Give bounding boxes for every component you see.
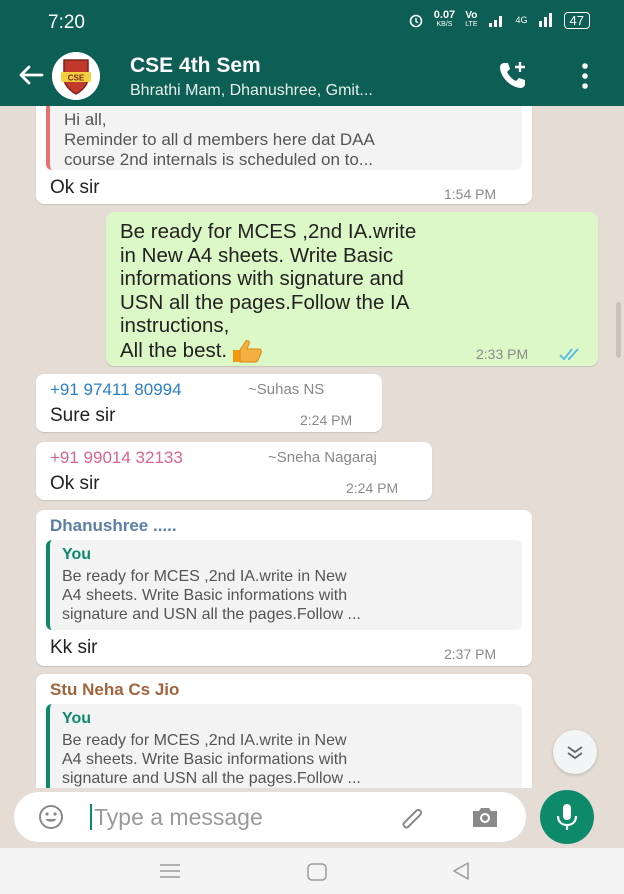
message-bubble[interactable]: +91 99014 32133 ~Sneha Nagaraj Ok sir 2:…	[36, 442, 432, 500]
group-avatar[interactable]: CSE	[52, 52, 100, 100]
message-text: Ok sir	[50, 177, 100, 198]
message-composer	[14, 792, 526, 842]
battery-indicator: 47	[563, 11, 590, 29]
quote-author: You	[62, 710, 92, 727]
message-text: Ok sir	[50, 473, 100, 494]
message-time: 2:33 PM	[476, 346, 529, 362]
message-bubble[interactable]: Stu Neha Cs Jio You Be ready for MCES ,2…	[36, 674, 532, 788]
quote-author: You	[62, 546, 92, 563]
double-check-icon	[559, 348, 579, 361]
back-arrow-icon[interactable]	[16, 60, 46, 90]
quoted-message[interactable]: You Be ready for MCES ,2nd IA.write in N…	[46, 540, 522, 630]
status-bar: 7:20 0.07 KB/S Vo LTE 4G 47	[0, 0, 624, 42]
chevron-double-down-icon	[567, 746, 583, 760]
scrollbar-thumb[interactable]	[616, 302, 621, 358]
status-icons: 0.07 KB/S Vo LTE 4G 47	[408, 9, 590, 29]
chat-header: CSE CSE 4th Sem Bhrathi Mam, Dhanushree,…	[0, 42, 624, 106]
quote-line: A4 sheets. Write Basic informations with	[62, 751, 348, 768]
more-options-icon[interactable]	[578, 62, 592, 90]
quote-line: Be ready for MCES ,2nd IA.write in New	[62, 568, 347, 585]
recent-apps-icon[interactable]	[158, 862, 182, 880]
group-title[interactable]: CSE 4th Sem	[130, 54, 261, 78]
thumbs-up-emoji-icon	[233, 339, 263, 362]
voice-record-button[interactable]	[540, 790, 594, 844]
message-text: Kk sir	[50, 637, 98, 658]
quote-line: Be ready for MCES ,2nd IA.write in New	[62, 732, 347, 749]
group-members[interactable]: Bhrathi Mam, Dhanushree, Gmit...	[130, 82, 373, 100]
emoji-icon[interactable]	[38, 804, 64, 830]
back-nav-icon[interactable]	[450, 860, 472, 882]
quoted-message[interactable]: Hi all, Reminder to all d members here d…	[46, 106, 522, 170]
signal-icon-2	[538, 13, 552, 27]
quote-line: Hi all,	[64, 110, 107, 129]
svg-text:CSE: CSE	[68, 74, 85, 83]
microphone-icon	[556, 804, 578, 830]
message-time: 2:24 PM	[300, 412, 353, 428]
message-bubble[interactable]: Dhanushree ..... You Be ready for MCES ,…	[36, 510, 532, 666]
add-call-icon[interactable]	[496, 58, 530, 92]
system-nav-bar	[0, 848, 624, 894]
message-time: 2:37 PM	[444, 646, 497, 662]
home-icon[interactable]	[306, 862, 328, 882]
message-bubble[interactable]: +91 97411 80994 ~Suhas NS Sure sir 2:24 …	[36, 374, 382, 432]
attach-paperclip-icon[interactable]	[398, 803, 428, 831]
message-bubble[interactable]: Hi all, Reminder to all d members here d…	[36, 106, 532, 204]
quote-line: Reminder to all d members here dat DAA	[64, 130, 375, 149]
alarm-icon	[409, 14, 423, 28]
network-speed: 0.07 KB/S	[433, 9, 456, 29]
outgoing-message-bubble[interactable]: Be ready for MCES ,2nd IA.write in New A…	[106, 212, 598, 366]
quote-line: course 2nd internals is scheduled on to.…	[64, 150, 374, 169]
message-time: 2:24 PM	[346, 480, 399, 496]
message-input[interactable]	[94, 800, 394, 834]
sender-name[interactable]: Dhanushree .....	[50, 516, 177, 536]
scroll-to-bottom-button[interactable]	[553, 730, 597, 774]
camera-icon[interactable]	[470, 804, 500, 830]
group-logo: CSE	[52, 52, 100, 100]
quoted-message[interactable]: You Be ready for MCES ,2nd IA.write in N…	[46, 704, 522, 788]
sender-number[interactable]: +91 97411 80994	[50, 380, 182, 400]
sender-name: ~Sneha Nagaraj	[268, 449, 377, 466]
volte-indicator: Vo LTE	[465, 10, 478, 29]
status-time: 7:20	[48, 12, 85, 33]
quote-line: signature and USN all the pages.Follow .…	[62, 606, 361, 623]
network-type: 4G	[515, 15, 528, 25]
sender-number[interactable]: +91 99014 32133	[50, 448, 183, 468]
sender-name[interactable]: Stu Neha Cs Jio	[50, 680, 179, 700]
chat-area[interactable]: Hi all, Reminder to all d members here d…	[0, 106, 624, 788]
quote-line: signature and USN all the pages.Follow .…	[62, 770, 361, 787]
signal-icon	[488, 16, 502, 27]
text-cursor	[90, 804, 92, 830]
outgoing-message-text: Be ready for MCES ,2nd IA.write in New A…	[120, 220, 417, 362]
sender-name: ~Suhas NS	[248, 381, 325, 398]
quote-line: A4 sheets. Write Basic informations with	[62, 587, 348, 604]
message-time: 1:54 PM	[444, 186, 497, 202]
message-text: Sure sir	[50, 405, 116, 426]
